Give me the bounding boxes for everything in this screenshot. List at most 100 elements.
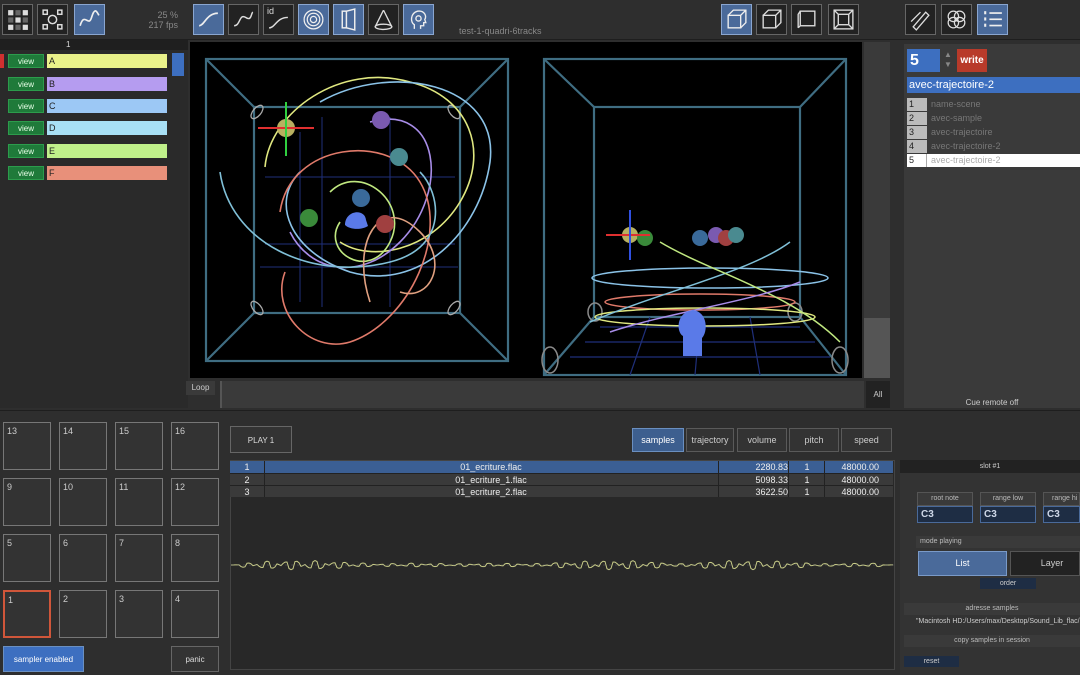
room-grid-left — [260, 117, 458, 307]
mode-playing-label: mode playing — [916, 536, 1080, 548]
range-low-field[interactable]: C3 — [980, 506, 1036, 523]
id-curve-icon[interactable]: id — [263, 4, 294, 35]
address-samples-value[interactable]: "Macintosh HD:/Users/max/Desktop/Sound_L… — [904, 616, 1080, 628]
range-high-field[interactable]: C3 — [1043, 506, 1080, 523]
view-top-icon[interactable] — [828, 4, 859, 35]
write-button[interactable]: write — [957, 49, 987, 72]
pad-8[interactable]: 8 — [171, 534, 219, 582]
radius-circles-icon[interactable] — [298, 4, 329, 35]
pad-1[interactable]: 1 — [3, 590, 51, 638]
track-scrollbar[interactable] — [172, 53, 184, 76]
sample-row[interactable]: 2 01_ecriture_1.flac 5098.33 1 48000.00 — [230, 473, 893, 485]
view-perspective-icon[interactable] — [756, 4, 787, 35]
fps-readout: 217 fps — [148, 20, 178, 30]
group-circles-icon[interactable] — [941, 4, 972, 35]
tab-speed[interactable]: speed — [841, 428, 892, 452]
view-3d-cube-icon[interactable] — [721, 4, 752, 35]
scene-list-item[interactable]: 2 avec-sample — [907, 112, 1080, 125]
pad-2[interactable]: 2 — [59, 590, 107, 638]
track-column-number: 1 — [66, 40, 71, 49]
sampler-enabled-button[interactable]: sampler enabled — [3, 646, 84, 672]
sample-row-selected[interactable]: 1 01_ecriture.flac 2280.83 1 48000.00 — [230, 461, 893, 473]
tab-volume[interactable]: volume — [737, 428, 787, 452]
play-button[interactable]: PLAY 1 — [230, 426, 292, 453]
view-button[interactable]: view — [8, 77, 44, 91]
copy-samples-button[interactable]: copy samples in session — [904, 635, 1080, 647]
mode-list-button[interactable]: List — [918, 551, 1007, 576]
track-name[interactable]: E — [47, 144, 167, 158]
pad-12[interactable]: 12 — [171, 478, 219, 526]
mode-layer-button[interactable]: Layer — [1010, 551, 1080, 576]
pad-5[interactable]: 5 — [3, 534, 51, 582]
current-scene-name: avec-trajectoire-2 — [907, 77, 1080, 93]
view-button[interactable]: view — [8, 144, 44, 158]
spatial-scene[interactable] — [190, 42, 862, 378]
root-note-field[interactable]: C3 — [917, 506, 973, 523]
scene-list-item-selected[interactable]: 5 avec-trajectoire-2 — [907, 154, 1080, 167]
scene-list-item[interactable]: 1 name-scene — [907, 98, 1080, 111]
track-name[interactable]: D — [47, 121, 167, 135]
scene-number-box[interactable]: 5 — [907, 49, 940, 72]
timeline-bar[interactable] — [220, 381, 864, 408]
pad-9[interactable]: 9 — [3, 478, 51, 526]
view-button[interactable]: view — [8, 166, 44, 180]
tab-trajectory[interactable]: trajectory — [686, 428, 734, 452]
sample-duration: 3622.50 — [755, 487, 788, 497]
scene-index: 1 — [907, 98, 927, 111]
scene-list-item[interactable]: 3 avec-trajectoire — [907, 126, 1080, 139]
trajectories-left — [219, 76, 492, 345]
pad-15[interactable]: 15 — [115, 422, 163, 470]
grid-view-icon[interactable] — [2, 4, 33, 35]
scene-name: name-scene — [931, 99, 981, 109]
scene-index: 3 — [907, 126, 927, 139]
scene-stepper-icon[interactable]: ▲ ▼ — [942, 50, 954, 72]
pad-11[interactable]: 11 — [115, 478, 163, 526]
pad-14[interactable]: 14 — [59, 422, 107, 470]
track-row-e: view E — [0, 144, 170, 158]
session-title: test-1-quadri-6tracks — [459, 26, 542, 36]
view-button[interactable]: view — [8, 54, 44, 68]
pad-10[interactable]: 10 — [59, 478, 107, 526]
track-name[interactable]: C — [47, 99, 167, 113]
viewport-scroll-thumb[interactable] — [864, 318, 890, 378]
sources-left — [258, 102, 408, 233]
track-name[interactable]: F — [47, 166, 167, 180]
pad-3[interactable]: 3 — [115, 590, 163, 638]
panic-button[interactable]: panic — [171, 646, 219, 672]
scene-list-icon[interactable] — [977, 4, 1008, 35]
track-name[interactable]: B — [47, 77, 167, 91]
tab-pitch[interactable]: pitch — [789, 428, 839, 452]
waveform-display[interactable] — [231, 545, 894, 585]
pad-4[interactable]: 4 — [171, 590, 219, 638]
pad-6[interactable]: 6 — [59, 534, 107, 582]
pad-16[interactable]: 16 — [171, 422, 219, 470]
sample-row[interactable]: 3 01_ecriture_2.flac 3622.50 1 48000.00 — [230, 485, 893, 497]
track-row-d: view D — [0, 121, 170, 135]
order-button[interactable]: order — [980, 578, 1036, 589]
head-listener-icon[interactable] — [403, 4, 434, 35]
track-name[interactable]: A — [47, 54, 167, 68]
view-button[interactable]: view — [8, 121, 44, 135]
pen-edit-icon[interactable] — [905, 4, 936, 35]
loop-button[interactable]: Loop — [186, 381, 215, 395]
reset-button[interactable]: reset — [904, 656, 959, 667]
tab-samples[interactable]: samples — [632, 428, 684, 452]
scene-list-item[interactable]: 4 avec-trajectoire-2 — [907, 140, 1080, 153]
sample-rate: 48000.00 — [841, 487, 879, 497]
spatial-viewport[interactable] — [190, 42, 862, 378]
view-button[interactable]: view — [8, 99, 44, 113]
view-side-icon[interactable] — [791, 4, 822, 35]
speaker-layout-icon[interactable] — [37, 4, 68, 35]
address-samples-label: adresse samples — [904, 603, 1080, 615]
speaker-wall-icon[interactable] — [333, 4, 364, 35]
curve-tool-icon[interactable] — [193, 4, 224, 35]
room-box-left — [204, 57, 510, 363]
all-button[interactable]: All — [866, 381, 890, 408]
sample-index: 3 — [244, 487, 250, 497]
pad-13[interactable]: 13 — [3, 422, 51, 470]
track-row-f: view F — [0, 166, 170, 180]
trajectory-mode-icon[interactable] — [74, 4, 105, 35]
curve-edit-icon[interactable] — [228, 4, 259, 35]
cone-icon[interactable] — [368, 4, 399, 35]
pad-7[interactable]: 7 — [115, 534, 163, 582]
